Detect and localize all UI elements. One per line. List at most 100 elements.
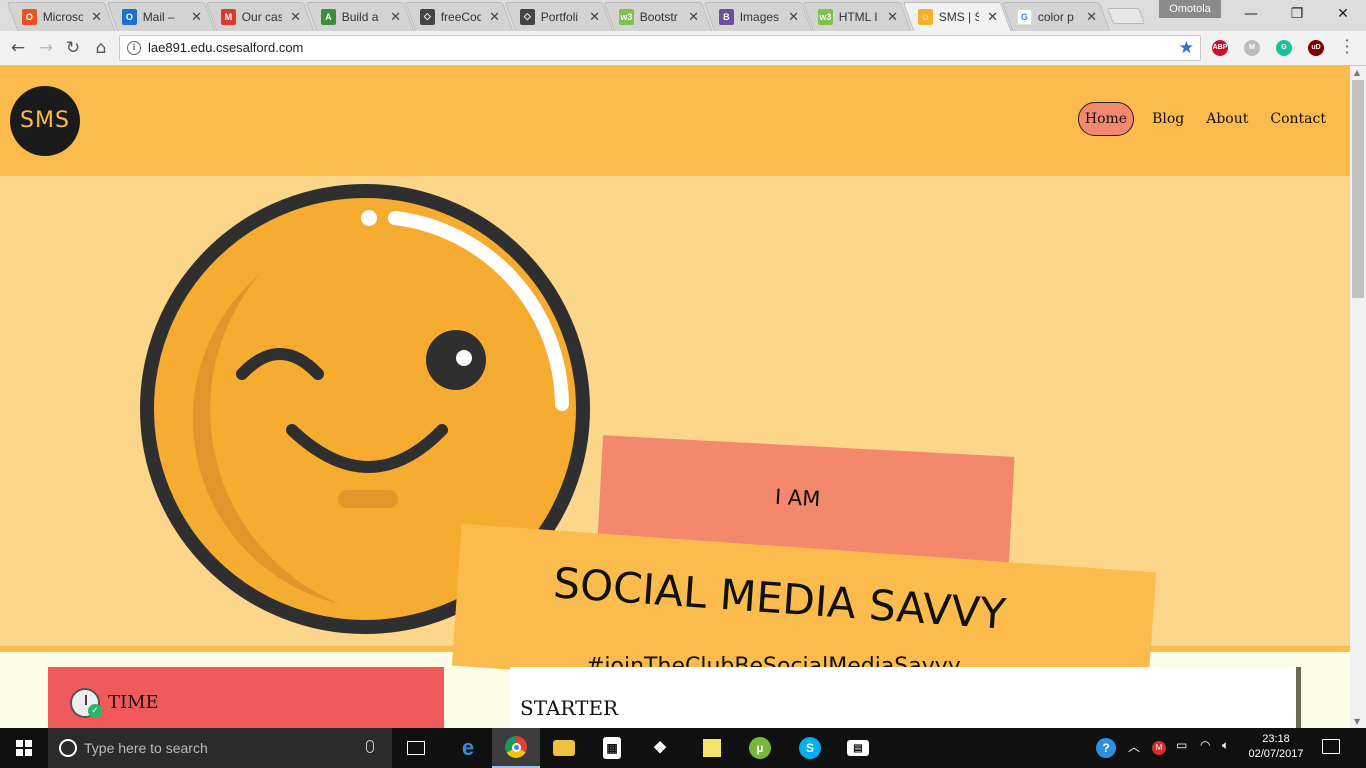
browser-tab[interactable]: O Microsof ✕ (4, 2, 110, 31)
close-window-icon[interactable]: ✕ (1320, 0, 1366, 28)
chrome-icon (505, 736, 527, 758)
office-icon: O (22, 8, 37, 25)
close-tab-icon[interactable]: ✕ (390, 9, 401, 25)
adblock-icon[interactable]: ABP (1212, 40, 1228, 56)
nav-home-link[interactable]: Home (1077, 102, 1135, 136)
clock-time: 23:18 (1262, 733, 1290, 745)
tab-strip: O Microsof ✕ O Mail – ✕ M Our cas ✕ A Build a ✕ ◇ fr… (0, 0, 1366, 31)
starter-card-label: STARTER (520, 696, 619, 720)
grammarly-icon[interactable]: G (1276, 40, 1292, 56)
mail-ext-icon[interactable]: M (1244, 40, 1260, 56)
starter-card: STARTER (510, 667, 1301, 728)
chrome-menu-icon[interactable]: · · · (1344, 33, 1350, 61)
minimize-icon[interactable]: — (1228, 0, 1274, 28)
tab-title: Our cas (241, 9, 283, 24)
browser-tab[interactable]: M Our cas ✕ (203, 2, 309, 31)
close-tab-icon[interactable]: ✕ (91, 9, 102, 25)
scroll-down-icon[interactable]: ▼ (1354, 717, 1360, 726)
browser-tab[interactable]: O Mail – ✕ (104, 2, 210, 31)
scrollbar-thumb[interactable] (1352, 80, 1364, 298)
nav-about-link[interactable]: About (1202, 105, 1252, 133)
microphone-icon[interactable] (366, 740, 374, 753)
page-scrollbar[interactable]: ▲ ▼ (1350, 66, 1366, 728)
bookmark-star-icon[interactable]: ★ (1179, 38, 1194, 58)
start-button[interactable] (0, 728, 48, 768)
w3-icon: w3 (619, 8, 634, 25)
tab-title: color p (1037, 9, 1074, 24)
volume-icon[interactable]: 🔈︎ (1222, 738, 1229, 753)
forward-icon[interactable]: → (35, 37, 57, 59)
cortana-icon (59, 739, 77, 757)
google-icon: G (1017, 8, 1032, 25)
search-placeholder: Type here to search (84, 740, 208, 756)
close-tab-icon[interactable]: ✕ (987, 9, 998, 25)
action-center-icon[interactable] (1322, 739, 1340, 754)
back-icon[interactable]: ← (7, 37, 29, 59)
ublock-icon[interactable]: uD (1308, 40, 1324, 56)
taskbar-sticky-notes[interactable] (688, 728, 736, 768)
hero-section: I AM SOCIAL MEDIA SAVVY #joinTheClubBeSo… (0, 176, 1350, 715)
taskbar-search[interactable]: Type here to search (48, 728, 392, 768)
smiley-icon: ☺ (918, 8, 933, 25)
new-tab-button[interactable] (1107, 8, 1145, 24)
home-icon[interactable]: ⌂ (90, 37, 112, 59)
close-tab-icon[interactable]: ✕ (191, 9, 202, 25)
browser-tab[interactable]: ◇ freeCod ✕ (402, 2, 508, 31)
close-tab-icon[interactable]: ✕ (589, 9, 600, 25)
taskbar-edge[interactable]: e (444, 728, 492, 768)
help-icon[interactable]: ? (1096, 738, 1116, 758)
mcafee-icon[interactable]: M (1152, 741, 1166, 755)
browser-tab[interactable]: ☺ SMS | S ✕ (900, 2, 1006, 31)
dropbox-icon: ❖ (652, 740, 668, 757)
taskbar-skype[interactable]: S (786, 728, 834, 768)
site-logo[interactable]: SMS (10, 86, 80, 156)
address-bar[interactable]: i lae891.edu.csesalford.com ★ (119, 35, 1201, 61)
browser-tab[interactable]: Gcolor p ✕ (999, 2, 1105, 31)
close-tab-icon[interactable]: ✕ (788, 9, 799, 25)
browser-toolbar: ← → ↻ ⌂ i lae891.edu.csesalford.com ★ AB… (0, 31, 1366, 66)
codepen-icon: ◇ (420, 8, 435, 25)
tab-title: SMS | S (938, 9, 980, 24)
tab-title: Images (739, 9, 780, 24)
file-explorer-icon (553, 740, 575, 756)
browser-tab[interactable]: ◇ Portfoli ✕ (502, 2, 608, 31)
iam-text: I AM (774, 484, 821, 512)
taskbar-utorrent[interactable]: µ (736, 728, 784, 768)
browser-tab[interactable]: A Build a ✕ (303, 2, 409, 31)
taskbar-dropbox[interactable]: ❖ (636, 728, 684, 768)
build-icon: A (321, 8, 336, 25)
task-view-button[interactable] (392, 728, 440, 768)
browser-tab[interactable]: B Images ✕ (701, 2, 807, 31)
bootstrap-icon: B (719, 8, 734, 25)
tab-title: freeCod (440, 9, 482, 24)
site-info-icon[interactable]: i (127, 41, 141, 55)
wifi-icon[interactable]: ◠ (1200, 738, 1210, 752)
utorrent-icon: µ (749, 737, 771, 759)
scroll-up-icon[interactable]: ▲ (1354, 68, 1360, 77)
nav-contact-link[interactable]: Contact (1266, 105, 1330, 133)
tab-title: Build a (341, 9, 379, 24)
skype-icon: S (799, 737, 821, 759)
close-tab-icon[interactable]: ✕ (290, 9, 301, 25)
browser-tab[interactable]: w3 HTML I ✕ (800, 2, 906, 31)
taskbar-video-editor[interactable]: ▤ (834, 728, 882, 768)
chevron-up-icon[interactable]: ︿ (1128, 738, 1140, 755)
taskbar-file-explorer[interactable] (540, 728, 588, 768)
maximize-icon[interactable]: ❐ (1274, 0, 1320, 28)
battery-icon[interactable]: ▭ (1176, 738, 1187, 752)
taskbar-chrome[interactable] (492, 728, 540, 768)
url-text[interactable]: lae891.edu.csesalford.com (148, 40, 303, 55)
taskbar-store[interactable]: ▦ (588, 728, 636, 768)
close-tab-icon[interactable]: ✕ (887, 9, 898, 25)
close-tab-icon[interactable]: ✕ (688, 9, 699, 25)
browser-tab[interactable]: w3 Bootstr ✕ (601, 2, 707, 31)
windows-taskbar: Type here to search e ▦ ❖ µ S ▤ ? ︿ M ▭ … (0, 728, 1366, 768)
close-tab-icon[interactable]: ✕ (489, 9, 500, 25)
close-tab-icon[interactable]: ✕ (1086, 9, 1097, 25)
taskbar-clock[interactable]: 23:18 02/07/2017 (1244, 732, 1308, 762)
site-header: SMS Home Blog About Contact (0, 66, 1350, 176)
clock-date: 02/07/2017 (1248, 748, 1304, 760)
nav-blog-link[interactable]: Blog (1148, 105, 1188, 133)
profile-button[interactable]: Omotola (1159, 0, 1221, 18)
reload-icon[interactable]: ↻ (62, 37, 84, 59)
